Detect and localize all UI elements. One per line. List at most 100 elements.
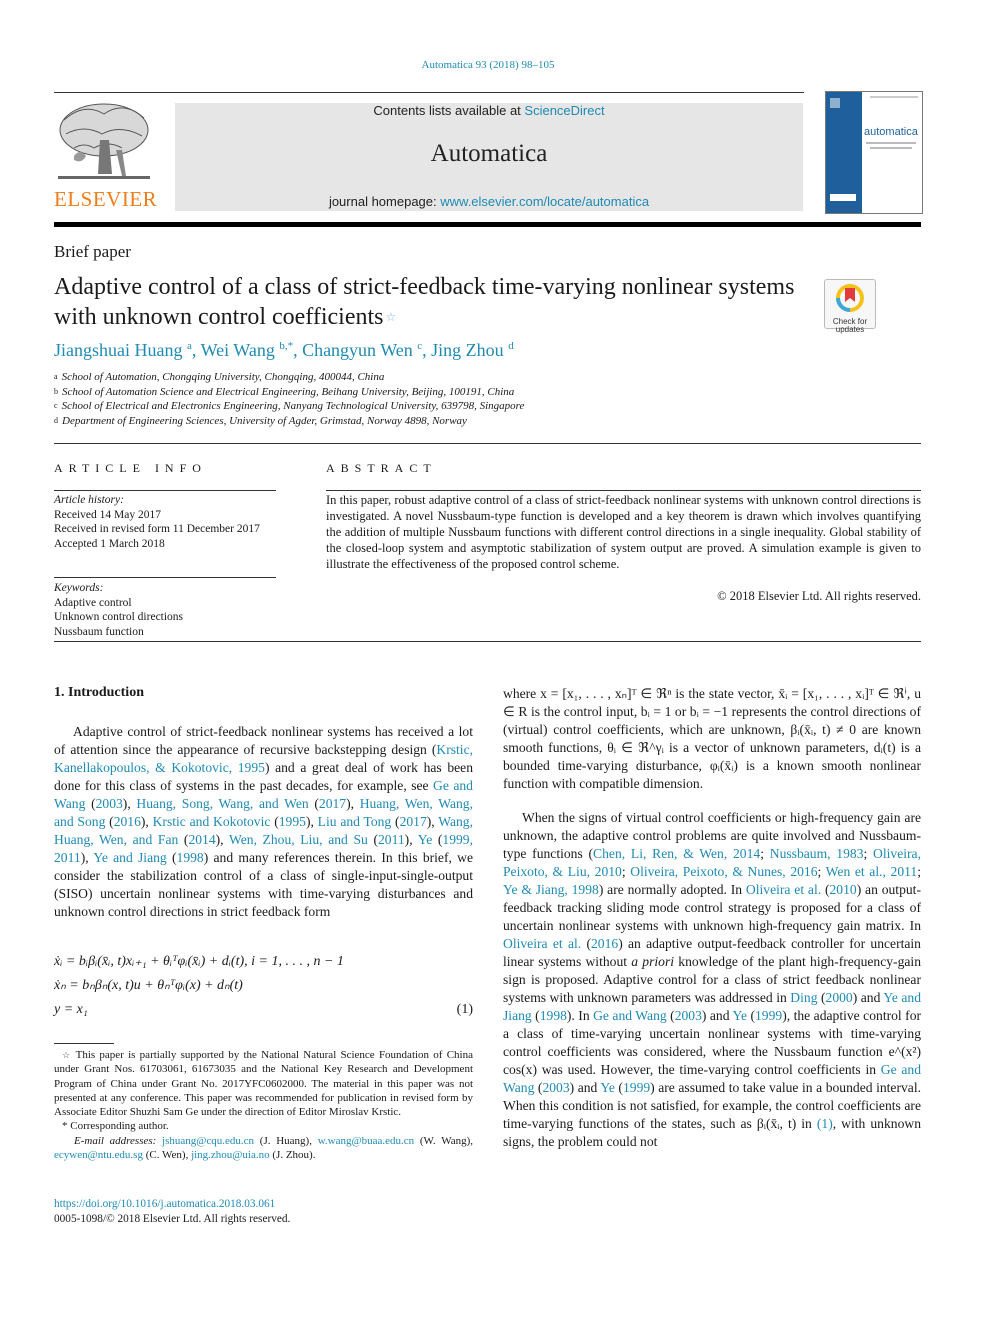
citation-link[interactable]: Oliveira, Peixoto, & Nunes, 2016 <box>630 864 817 879</box>
journal-reference-link[interactable]: Automatica 93 (2018) 98–105 <box>0 59 976 71</box>
equation-line: ẋₙ = bₙβₙ(x, t)u + θₙᵀφᵢ(x) + dₙ(t) <box>54 978 243 993</box>
body-text: ), <box>80 850 94 865</box>
abstract-rule <box>326 490 921 491</box>
article-title-text: Adaptive control of a class of strict-fe… <box>54 274 795 330</box>
cover-logo-icon <box>830 98 840 108</box>
history-item: Received 14 May 2017 <box>54 508 161 521</box>
body-text: ( <box>746 1008 755 1023</box>
body-text: ( <box>531 1008 540 1023</box>
body-text: ), <box>140 814 153 829</box>
citation-link[interactable]: 2017 <box>400 814 427 829</box>
footnotes: ☆ This paper is partially supported by t… <box>54 1048 473 1162</box>
citation-link[interactable]: Ge and Wang <box>593 1008 667 1023</box>
citation-link[interactable]: 2014 <box>188 832 215 847</box>
journal-name: Automatica <box>430 140 548 167</box>
citation-link[interactable]: Ye & Jiang, 1998 <box>503 882 599 897</box>
sciencedirect-link[interactable]: ScienceDirect <box>524 103 604 118</box>
check-for-updates-badge[interactable]: Check for updates <box>824 279 876 334</box>
citation-link[interactable]: 2017 <box>319 796 346 811</box>
author-link[interactable]: Changyun Wen <box>302 340 413 360</box>
citation-link[interactable]: 2003 <box>675 1008 702 1023</box>
citation-link[interactable]: 2010 <box>830 882 857 897</box>
citation-link[interactable]: Liu and Tong <box>318 814 392 829</box>
homepage-link[interactable]: www.elsevier.com/locate/automatica <box>440 194 649 209</box>
cover-title: automatica <box>864 126 918 138</box>
author-affiliation-mark[interactable]: a <box>187 340 192 352</box>
body-text: ( <box>308 796 319 811</box>
citation-link[interactable]: Ye <box>418 832 433 847</box>
citation-link[interactable]: Ding <box>790 990 817 1005</box>
corresponding-footnote: * Corresponding author. <box>54 1119 473 1133</box>
citation-link[interactable]: 2003 <box>96 796 123 811</box>
citation-link[interactable]: Chen, Li, Ren, & Wen, 2014 <box>593 846 760 861</box>
citation-link[interactable]: Ye <box>732 1008 747 1023</box>
body-text: ( <box>178 832 189 847</box>
footnote-star: ☆ <box>62 1050 72 1060</box>
affiliation-mark: b <box>54 386 58 396</box>
author-affiliation-mark[interactable]: b,* <box>279 340 293 352</box>
title-footnote-star-link[interactable]: ☆ <box>385 310 396 324</box>
cover-subtitle-line <box>870 147 912 149</box>
citation-link[interactable]: 1999 <box>755 1008 782 1023</box>
affiliation-item: b School of Automation Science and Electr… <box>54 385 524 400</box>
citation-link[interactable]: 2016 <box>591 936 618 951</box>
crossmark-icon <box>836 284 864 312</box>
body-text: ; <box>817 864 826 879</box>
body-text: ), <box>346 796 360 811</box>
keyword-item: Unknown control directions <box>54 611 184 623</box>
author-affiliation-mark[interactable]: d <box>508 340 514 352</box>
affiliation-mark: d <box>54 415 58 425</box>
affiliation-item: a School of Automation, Chongqing Univers… <box>54 370 524 385</box>
keywords-rule <box>54 577 276 578</box>
citation-link[interactable]: Wen, Zhou, Liu, and Su <box>229 832 368 847</box>
body-text: ) are normally adopted. In <box>598 882 746 897</box>
citation-link[interactable]: Oliveira et al. <box>746 882 821 897</box>
citation-link[interactable]: 1998 <box>177 850 204 865</box>
author-link[interactable]: Wei Wang <box>201 340 275 360</box>
doi-link[interactable]: https://doi.org/10.1016/j.automatica.201… <box>54 1197 290 1212</box>
citation-link[interactable]: 2003 <box>542 1080 569 1095</box>
citation-link[interactable]: 1998 <box>540 1008 567 1023</box>
citation-link[interactable]: Nussbaum, 1983 <box>770 846 864 861</box>
email-link[interactable]: w.wang@buaa.edu.cn <box>318 1135 414 1147</box>
body-text: ( <box>105 814 114 829</box>
citation-link[interactable]: Oliveira et al. <box>503 936 581 951</box>
email-link[interactable]: ecywen@ntu.edu.sg <box>54 1149 143 1161</box>
abstract-heading: ABSTRACT <box>326 461 437 475</box>
author-link[interactable]: Jing Zhou <box>431 340 504 360</box>
body-text: ), <box>426 814 439 829</box>
citation-link[interactable]: 2011 <box>378 832 405 847</box>
email-link[interactable]: jing.zhou@uia.no <box>191 1149 270 1161</box>
body-text: ( <box>614 1080 623 1095</box>
body-text: ( <box>270 814 279 829</box>
citation-link[interactable]: (1) <box>817 1116 833 1131</box>
citation-link[interactable]: Ye and Jiang <box>93 850 166 865</box>
author-affiliation-mark[interactable]: c <box>417 340 422 352</box>
citation-link[interactable]: 1995 <box>279 814 306 829</box>
funding-text: This paper is partially supported by the… <box>54 1049 473 1119</box>
body-text: Adaptive control of strict-feedback nonl… <box>54 724 473 757</box>
corresponding-text: Corresponding author. <box>70 1120 169 1133</box>
article-history: Article history: Received 14 May 2017 Re… <box>54 493 260 551</box>
body-text: ; <box>760 846 770 861</box>
citation-link[interactable]: Wen et al., 2011 <box>826 864 918 879</box>
header-thick-rule <box>54 222 921 227</box>
elsevier-logo[interactable]: ELSEVIER <box>54 100 157 212</box>
citation-link[interactable]: Huang, Song, Wang, and Wen <box>136 796 308 811</box>
ifac-logo-icon <box>830 194 856 201</box>
citation-link[interactable]: 2016 <box>114 814 141 829</box>
keyword-item: Adaptive control <box>54 596 132 609</box>
affiliation-text: School of Automation, Chongqing Universi… <box>61 371 385 383</box>
history-label: Article history: <box>54 494 124 506</box>
citation-link[interactable]: Krstic and Kokotovic <box>153 814 271 829</box>
author-link[interactable]: Jiangshuai Huang <box>54 340 182 360</box>
journal-cover-thumbnail[interactable]: automatica <box>825 91 923 214</box>
body-text: ) and <box>852 990 884 1005</box>
citation-link[interactable]: 2000 <box>826 990 853 1005</box>
email-label: E-mail addresses: <box>74 1134 157 1147</box>
citation-link[interactable]: 1999 <box>623 1080 650 1095</box>
citation-link[interactable]: Ye <box>600 1080 615 1095</box>
header-rule <box>54 92 804 93</box>
email-link[interactable]: jshuang@cqu.edu.cn <box>162 1135 254 1147</box>
body-text: ), <box>404 832 418 847</box>
